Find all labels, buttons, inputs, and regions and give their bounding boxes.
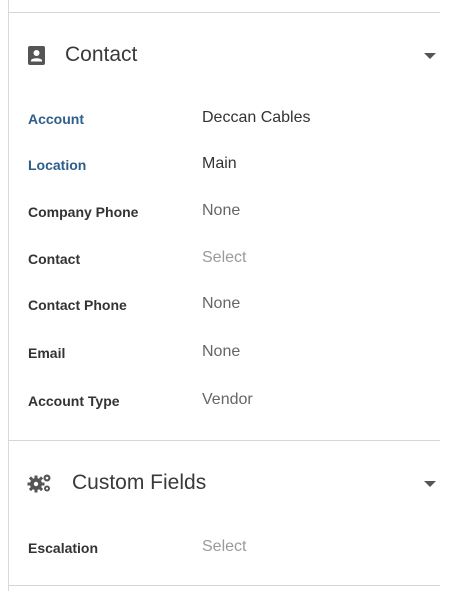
account-label[interactable]: Account	[28, 111, 84, 127]
top-divider	[8, 12, 440, 13]
gears-icon	[27, 472, 51, 494]
email-label: Email	[28, 345, 66, 361]
contact-label: Contact	[28, 251, 81, 267]
account-type-label: Account Type	[28, 393, 120, 409]
section-divider	[8, 440, 440, 441]
custom-fields-section-header[interactable]: Custom Fields	[8, 463, 440, 503]
email-value[interactable]: None	[202, 343, 240, 361]
location-label[interactable]: Location	[28, 157, 86, 173]
contact-book-icon	[27, 45, 49, 67]
location-value[interactable]: Main	[202, 155, 237, 173]
contact-section-header[interactable]: Contact	[8, 35, 440, 75]
chevron-down-icon[interactable]	[422, 475, 438, 491]
contact-phone-value[interactable]: None	[202, 295, 240, 313]
custom-fields-section-title: Custom Fields	[72, 471, 207, 494]
escalation-label: Escalation	[28, 540, 99, 556]
field-row-location: Location Main	[8, 155, 440, 177]
contact-phone-label: Contact Phone	[28, 297, 127, 313]
company-phone-label: Company Phone	[28, 204, 139, 220]
account-type-value[interactable]: Vendor	[202, 391, 253, 409]
account-value[interactable]: Deccan Cables	[202, 109, 311, 127]
field-row-company-phone: Company Phone None	[8, 202, 440, 224]
contact-select[interactable]: Select	[202, 249, 246, 267]
company-phone-value[interactable]: None	[202, 202, 240, 220]
escalation-select[interactable]: Select	[202, 538, 246, 556]
field-row-contact: Contact Select	[8, 249, 440, 271]
field-row-email: Email None	[8, 343, 440, 365]
field-row-escalation: Escalation Select	[8, 538, 440, 560]
bottom-divider	[8, 585, 440, 586]
contact-section-title: Contact	[65, 43, 138, 66]
chevron-down-icon[interactable]	[422, 47, 438, 63]
field-row-contact-phone: Contact Phone None	[8, 295, 440, 317]
field-row-account: Account Deccan Cables	[8, 109, 440, 131]
field-row-account-type: Account Type Vendor	[8, 391, 440, 413]
